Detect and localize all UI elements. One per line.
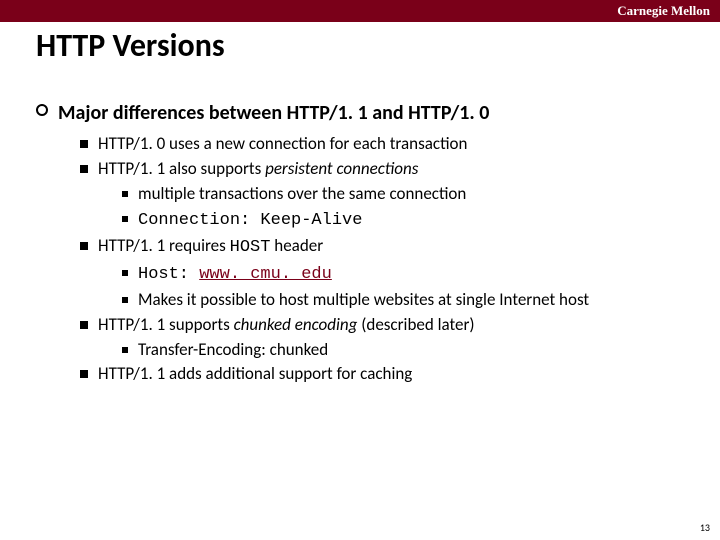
bullet-small-square-icon — [122, 270, 128, 276]
heading-text: Major differences between HTTP/1. 1 and … — [58, 101, 489, 125]
brand-text: Carnegie Mellon — [617, 3, 710, 18]
bullet-small-square-icon — [122, 347, 128, 353]
slide-content: Major differences between HTTP/1. 1 and … — [36, 100, 700, 388]
list-item: HTTP/1. 1 also supports persistent conne… — [80, 158, 700, 181]
bullet-small-square-icon — [122, 216, 128, 222]
slide-title: HTTP Versions — [36, 26, 225, 65]
item-text: Makes it possible to host multiple websi… — [138, 289, 589, 310]
list-item: Connection: Keep-Alive — [122, 208, 700, 233]
item-code: Connection: Keep-Alive — [138, 211, 362, 230]
item-text-tail: header — [270, 235, 323, 256]
bullet-small-square-icon — [122, 297, 128, 303]
bullet-square-icon — [80, 140, 88, 148]
item-text: HTTP/1. 0 uses a new connection for each… — [98, 133, 467, 154]
page-number: 13 — [700, 521, 710, 534]
item-text: Transfer-Encoding: chunked — [138, 339, 328, 360]
item-text-tail: (described later) — [357, 314, 474, 335]
list-item: HTTP/1. 1 supports chunked encoding (des… — [80, 314, 700, 337]
bullet-small-square-icon — [122, 191, 128, 197]
list-item: Transfer-Encoding: chunked — [122, 339, 700, 362]
item-code: HOST — [230, 238, 271, 257]
bullet-square-icon — [80, 165, 88, 173]
bullet-square-icon — [80, 370, 88, 378]
item-italic: chunked encoding — [234, 314, 358, 335]
item-code-prefix: Host: — [138, 265, 199, 284]
bullet-square-icon — [80, 242, 88, 250]
item-text: HTTP/1. 1 adds additional support for ca… — [98, 363, 412, 384]
list-item: HTTP/1. 1 requires HOST header — [80, 235, 700, 260]
bullet-square-icon — [80, 321, 88, 329]
item-text: HTTP/1. 1 requires — [98, 235, 230, 256]
item-text: multiple transactions over the same conn… — [138, 183, 466, 204]
host-link[interactable]: www. cmu. edu — [199, 265, 332, 284]
list-item: HTTP/1. 1 adds additional support for ca… — [80, 363, 700, 386]
outline-heading: Major differences between HTTP/1. 1 and … — [36, 100, 700, 127]
list-item: Makes it possible to host multiple websi… — [122, 289, 700, 312]
list-item: multiple transactions over the same conn… — [122, 183, 700, 206]
list-item: HTTP/1. 0 uses a new connection for each… — [80, 133, 700, 156]
item-text: HTTP/1. 1 supports — [98, 314, 234, 335]
item-italic: persistent connections — [265, 158, 418, 179]
item-text: HTTP/1. 1 also supports — [98, 158, 265, 179]
bullet-circle-icon — [36, 103, 58, 122]
list-item: Host: www. cmu. edu — [122, 262, 700, 287]
header-bar: Carnegie Mellon — [0, 0, 720, 22]
